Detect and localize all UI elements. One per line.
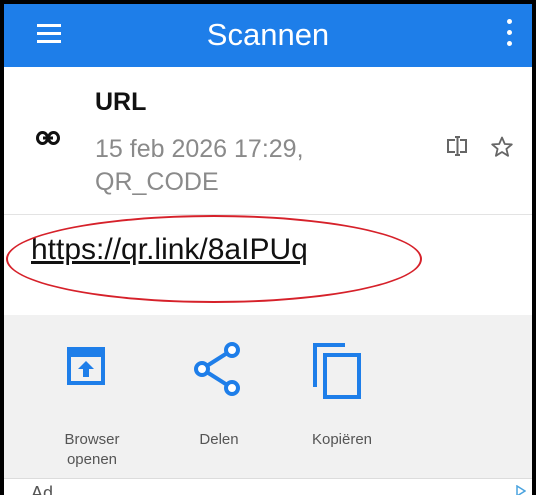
copy-label: Kopiëren [311,431,373,448]
ad-choices-icon[interactable] [516,485,526,495]
open-browser-label: Browser openen [37,430,147,470]
app-window: Scannen URL 15 feb 2026 17:29, QR_CODE h… [0,0,536,495]
open-in-browser-icon [67,347,105,385]
open-browser-label-line2: openen [66,451,118,468]
text-cursor-icon[interactable] [446,135,468,157]
star-outline-icon[interactable] [490,135,514,159]
share-icon [194,342,240,396]
scan-item-actions [446,135,514,159]
ad-banner[interactable]: Ad [4,478,532,495]
link-icon [36,131,60,145]
scan-datetime: 15 feb 2026 17:29, [95,135,304,163]
share-label: Delen [199,431,239,448]
app-bar-title: Scannen [206,17,330,52]
actions-panel: Browser openen Delen Kopiëren [4,315,532,495]
copy-icon [313,343,361,399]
ad-label: Ad [31,483,54,495]
more-vert-icon[interactable] [504,19,514,47]
scan-meta: 15 feb 2026 17:29, QR_CODE [95,133,375,199]
app-bar: Scannen [4,4,532,67]
open-browser-label-line1: Browser [64,431,120,448]
scan-url-link[interactable]: https://qr.link/8aIPUq [31,233,308,267]
scan-info: URL 15 feb 2026 17:29, QR_CODE [4,67,532,214]
scan-format: QR_CODE [95,168,219,196]
scan-content: https://qr.link/8aIPUq [4,215,532,315]
scan-type-label: URL [95,88,147,116]
